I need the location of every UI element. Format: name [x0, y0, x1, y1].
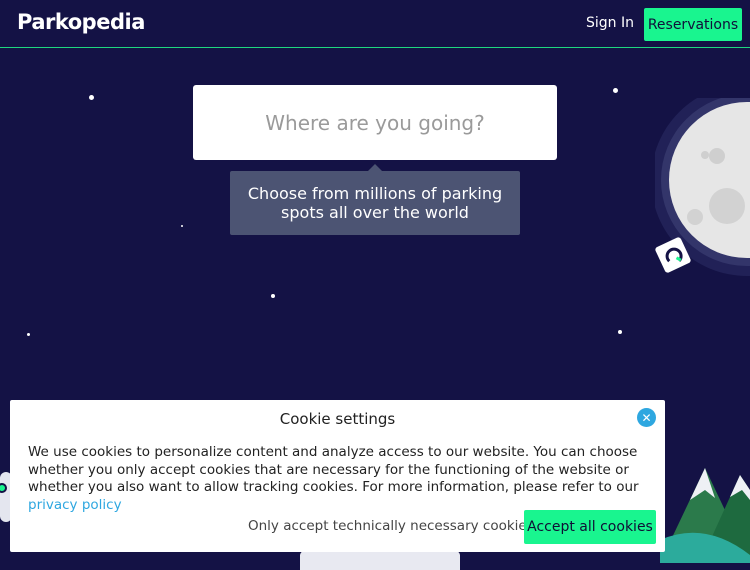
search-hint-tooltip: Choose from millions of parking spots al…: [230, 171, 520, 235]
star-decoration: [27, 333, 30, 336]
only-necessary-cookies-button[interactable]: Only accept technically necessary cookie…: [248, 518, 534, 534]
top-navbar: Parkopedia Sign In Reservations: [0, 0, 750, 48]
destination-search-input[interactable]: [193, 109, 557, 136]
star-decoration: [89, 95, 94, 100]
moon-illustration: [651, 84, 750, 282]
cookie-dialog-title: Cookie settings: [279, 410, 396, 428]
star-decoration: [181, 225, 183, 227]
star-decoration: [613, 88, 618, 93]
mountain-landscape-illustration: [660, 460, 750, 567]
parkopedia-logo[interactable]: Parkopedia: [17, 10, 145, 34]
cookie-settings-dialog: Cookie settings ✕ We use cookies to pers…: [10, 400, 665, 552]
star-decoration: [271, 294, 275, 298]
cookie-dialog-body: We use cookies to personalize content an…: [28, 444, 643, 514]
privacy-policy-link[interactable]: privacy policy: [28, 497, 122, 513]
close-icon[interactable]: ✕: [637, 408, 656, 427]
sign-in-link[interactable]: Sign In: [586, 15, 634, 31]
star-decoration: [618, 330, 622, 334]
destination-search-box[interactable]: [193, 85, 557, 160]
reservations-button[interactable]: Reservations: [644, 8, 742, 41]
cookie-body-text: We use cookies to personalize content an…: [28, 444, 639, 495]
accept-all-cookies-button[interactable]: Accept all cookies: [524, 510, 656, 544]
